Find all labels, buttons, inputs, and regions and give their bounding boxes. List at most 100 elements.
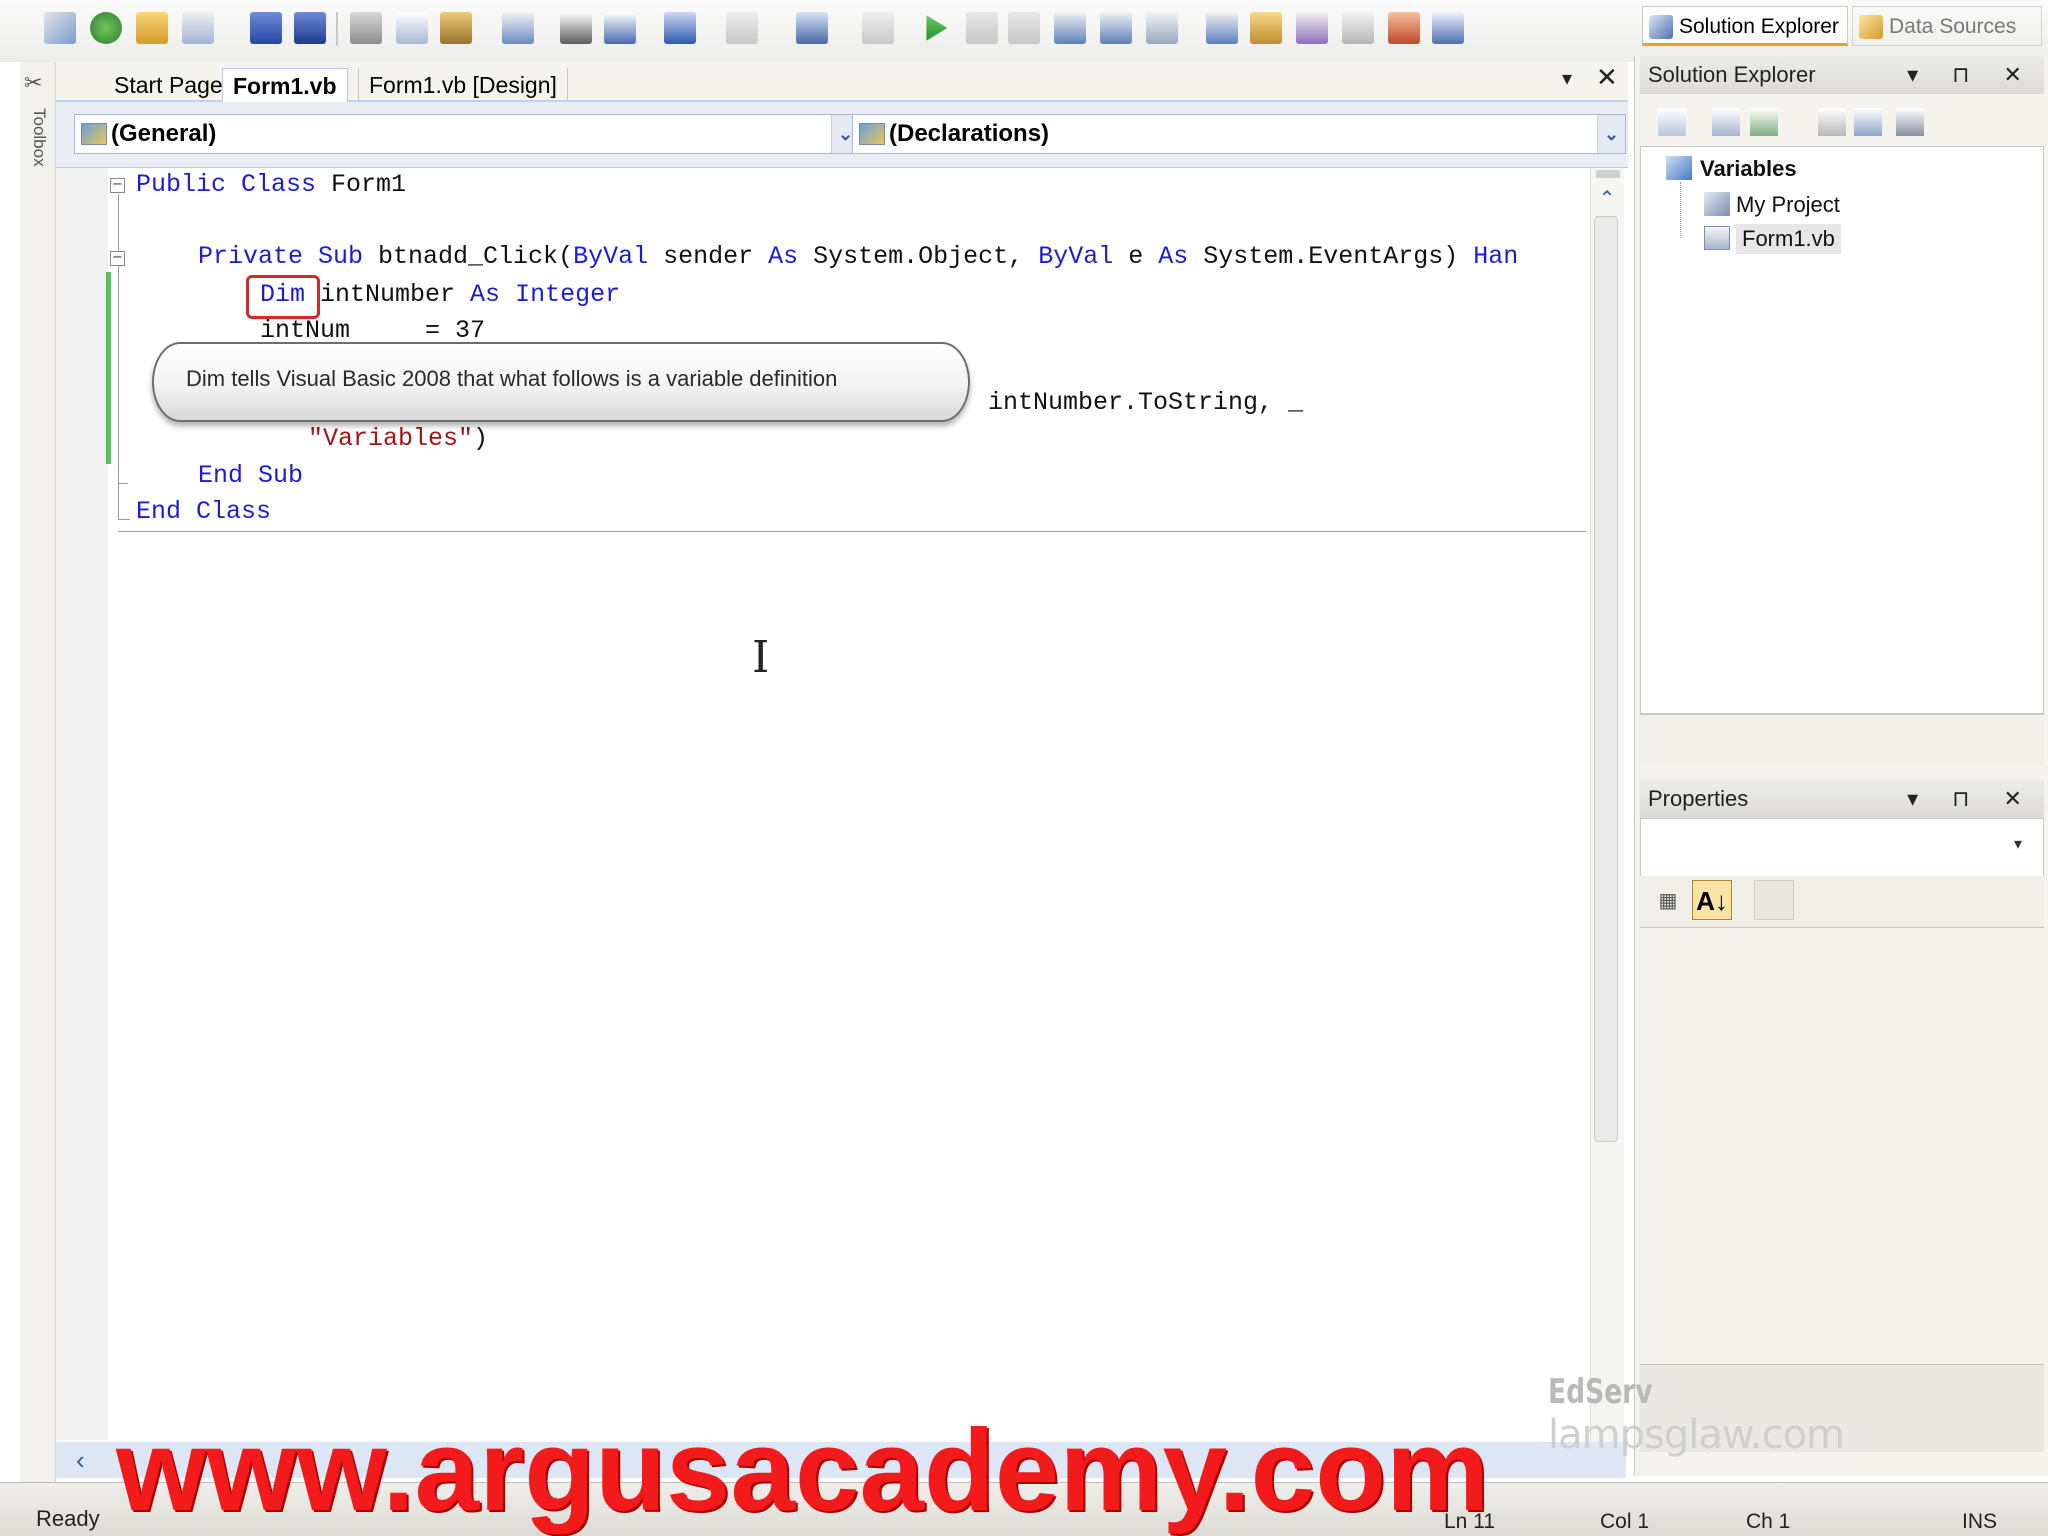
tree-item-project[interactable]: Variables [1700,154,1797,184]
code-line-3: Private Sub btnadd_Click(ByVal sender As… [198,242,1518,272]
save-all-icon[interactable] [294,12,326,44]
toolbox-icon: ✂ [24,70,43,95]
alphabetical-icon[interactable]: A↓ [1692,880,1732,920]
view-designer-icon[interactable] [1854,108,1882,136]
code-keyword: Public Class [136,170,317,199]
class-icon [81,123,107,145]
outline-end [118,483,128,484]
view-code-icon[interactable] [1818,108,1846,136]
find-icon[interactable] [502,12,534,44]
collapse-sub-icon[interactable]: − [110,251,125,266]
find-in-files-icon[interactable] [1206,12,1238,44]
start-page-icon[interactable] [1432,12,1464,44]
code-text: intNumber.ToString, _ [988,388,1304,417]
refresh-icon[interactable] [1750,108,1778,136]
tab-form1-design[interactable]: Form1.vb [Design] [358,68,568,102]
scroll-left-icon[interactable]: ‹ [76,1442,100,1478]
copy-icon[interactable] [396,12,428,44]
code-line-9: End Class [136,497,271,527]
class-name-value: (General) [111,120,217,147]
class-diagram-icon[interactable] [1896,108,1924,136]
show-all-files-icon[interactable] [1712,108,1740,136]
object-browser-icon[interactable] [1388,12,1420,44]
step-out-icon[interactable] [1146,12,1178,44]
cut-icon[interactable] [350,12,382,44]
tab-start-page[interactable]: Start Page [104,68,233,102]
paste-icon[interactable] [440,12,472,44]
split-handle[interactable] [1596,170,1620,178]
property-grid[interactable] [1640,928,2044,1360]
code-keyword: Integer [515,280,621,309]
data-sources-icon [1859,15,1883,39]
code-text: System.Object, [798,242,1039,271]
form-file-icon [1704,226,1730,250]
add-project-icon[interactable] [44,12,76,44]
new-window-icon[interactable] [182,12,214,44]
pause-icon[interactable] [966,12,998,44]
navigate-back-icon[interactable] [796,12,828,44]
uncomment-icon[interactable] [604,12,636,44]
tab-solution-explorer[interactable]: Solution Explorer [1642,6,1848,46]
collapse-class-icon[interactable]: − [110,178,125,193]
status-text: Ready [36,1506,100,1531]
solution-explorer-icon[interactable] [1250,12,1282,44]
code-keyword: Han [1473,242,1519,271]
code-keyword: End Class [136,497,272,526]
solution-tree [1640,146,2044,714]
code-text: e [1113,242,1159,271]
comment-icon[interactable] [560,12,592,44]
redo-icon[interactable] [726,12,758,44]
code-keyword: ByVal [573,242,649,271]
code-text: ) [473,424,489,453]
document-tab-strip: Start Page Form1.vb Form1.vb [Design] [56,62,1628,102]
properties-window-icon[interactable] [1296,12,1328,44]
status-char: Ch 1 [1746,1510,1791,1533]
tree-item-my-project[interactable]: My Project [1736,190,1840,220]
method-icon [859,123,885,145]
code-keyword: As [1158,242,1189,271]
tab-form1-vb[interactable]: Form1.vb [222,68,348,102]
argus-academy-watermark: www.argusacademy.com [116,1405,1490,1535]
scroll-up-icon[interactable]: ⌃ [1592,184,1622,214]
undo-icon[interactable] [664,12,696,44]
save-icon[interactable] [250,12,282,44]
method-name-value: (Declarations) [889,120,1050,147]
stop-icon[interactable] [1008,12,1040,44]
navigate-forward-icon[interactable] [862,12,894,44]
navigation-bar: (General) ⌄ (Declarations) ⌄ [56,102,1628,168]
code-text: Form1 [316,170,407,199]
code-keyword: Private Sub [198,242,364,271]
solution-explorer-title: Solution Explorer [1648,62,1816,87]
close-document-icon[interactable]: ✕ [1596,62,1618,93]
vb-project-icon [1666,156,1692,180]
code-line-1: Public Class Form1 [136,170,406,200]
start-debugging-icon[interactable] [926,15,948,41]
chevron-down-icon[interactable]: ▾ [2014,834,2022,854]
add-item-icon[interactable] [90,12,122,44]
properties-icon[interactable] [1658,108,1686,136]
code-text: btnadd_Click( [363,242,574,271]
property-pages-icon[interactable] [1754,880,1794,920]
toolbox-strip[interactable] [20,62,56,1482]
window-buttons[interactable]: ▾ ⊓ ✕ [1907,56,2036,94]
properties-header: Properties ▾ ⊓ ✕ [1640,780,2044,818]
scrollbar-thumb[interactable] [1594,216,1618,1142]
open-folder-icon[interactable] [136,12,168,44]
step-over-icon[interactable] [1100,12,1132,44]
status-column: Col 1 [1600,1510,1650,1533]
step-into-icon[interactable] [1054,12,1086,44]
tab-data-sources[interactable]: Data Sources [1852,6,2042,46]
panel-tabs [1640,714,2044,766]
toolbox-icon[interactable] [1342,12,1374,44]
solution-explorer-header: Solution Explorer ▾ ⊓ ✕ [1640,56,2044,94]
method-name-combo[interactable]: (Declarations) ⌄ [852,114,1626,154]
categorized-icon[interactable]: ▦ [1648,880,1688,920]
toolbox-label[interactable]: Toolbox [27,108,49,198]
window-buttons[interactable]: ▾ ⊓ ✕ [1907,780,2036,818]
tab-list-dropdown-icon[interactable]: ▾ [1562,66,1572,91]
chevron-down-icon[interactable]: ⌄ [1597,115,1625,153]
tree-item-form1[interactable]: Form1.vb [1736,224,1841,254]
class-name-combo[interactable]: (General) ⌄ [74,114,860,154]
code-line-8: End Sub [198,461,303,491]
properties-title: Properties [1648,786,1749,811]
